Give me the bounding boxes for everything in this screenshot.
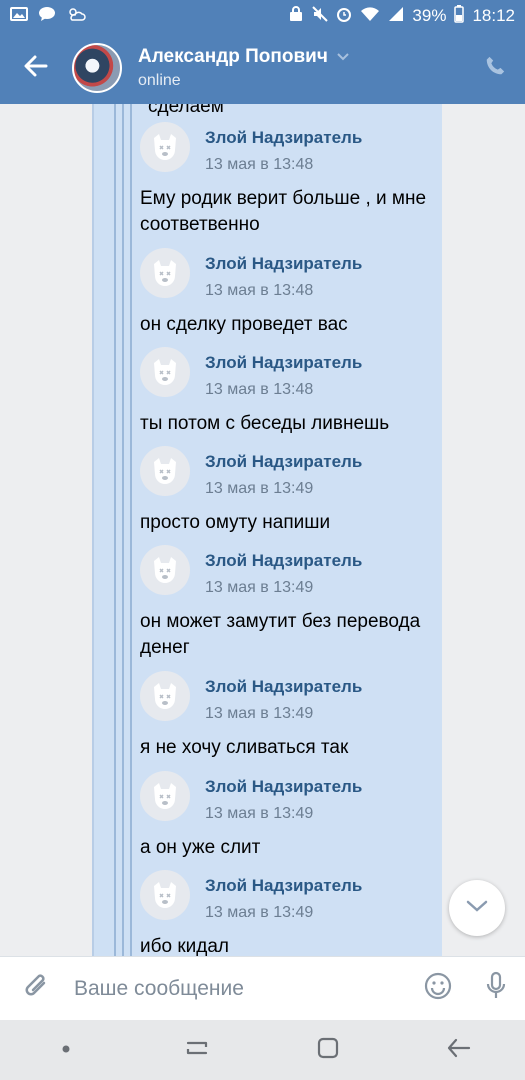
voice-message-button[interactable]: [467, 957, 525, 1021]
clock-time: 18:12: [472, 6, 515, 25]
message-composer: [0, 956, 525, 1020]
system-navigation-bar: [0, 1020, 525, 1080]
contact-status: online: [138, 72, 181, 89]
weather-icon: [66, 6, 86, 27]
dog-avatar-icon[interactable]: [140, 446, 190, 496]
dog-avatar-icon[interactable]: [140, 671, 190, 721]
message-text: ты потом с беседы ливнешь: [140, 413, 390, 434]
message-text: он сделку проведет вас: [140, 314, 348, 335]
recent-apps-icon: [184, 1037, 210, 1064]
forward-lines: [112, 104, 132, 956]
message-text: я не хочу сливаться так: [140, 737, 349, 758]
chat-header: Александр Попович online: [0, 32, 525, 104]
forwarded-message: Злой Надзиратель 13 мая в 13:49 а он уже…: [140, 771, 450, 861]
battery-percent: 39%: [412, 6, 447, 25]
author-name[interactable]: Злой Надзиратель: [205, 248, 362, 274]
dog-avatar-icon[interactable]: [140, 248, 190, 298]
alarm-icon: [336, 6, 352, 27]
message-time: 13 мая в 13:49: [205, 904, 314, 921]
dog-avatar-icon[interactable]: [140, 122, 190, 172]
contact-avatar[interactable]: [72, 43, 122, 93]
emoji-button[interactable]: [409, 957, 467, 1021]
status-bar: 39% 18:12: [0, 0, 525, 32]
back-button[interactable]: [0, 32, 72, 104]
forwarded-message: Злой Надзиратель 13 мая в 13:49 он может…: [140, 545, 450, 661]
message-input[interactable]: [74, 976, 409, 1001]
home-button[interactable]: [298, 1020, 358, 1080]
signal-icon: [388, 6, 404, 27]
nav-dot-button[interactable]: [36, 1020, 96, 1080]
author-name[interactable]: Злой Надзиратель: [205, 545, 362, 571]
scroll-down-button[interactable]: [449, 880, 505, 936]
chat-area[interactable]: сделаем Злой Надзиратель 13 мая в 13:48 …: [0, 104, 525, 956]
dot-icon: [61, 1041, 71, 1059]
chevron-down-icon: [336, 46, 350, 68]
forwarded-message: Злой Надзиратель 13 мая в 13:48 Ему роди…: [140, 122, 450, 238]
author-name[interactable]: Злой Надзиратель: [205, 771, 362, 797]
forwarded-message: Злой Надзиратель 13 мая в 13:48 ты потом…: [140, 347, 450, 437]
forwarded-message: Злой Надзиратель 13 мая в 13:49 ибо кида…: [140, 870, 450, 956]
message-text: а он уже слит: [140, 837, 261, 858]
attach-button[interactable]: [0, 957, 74, 1021]
arrow-left-icon: [24, 55, 48, 82]
message-time: 13 мая в 13:49: [205, 579, 314, 596]
message-time: 13 мая в 13:49: [205, 480, 314, 497]
dog-avatar-icon[interactable]: [140, 347, 190, 397]
message-time: 13 мая в 13:48: [205, 156, 314, 173]
paperclip-icon: [24, 971, 50, 1006]
contact-title[interactable]: Александр Попович online: [138, 46, 465, 90]
gallery-icon: [10, 6, 28, 26]
recent-apps-button[interactable]: [167, 1020, 227, 1080]
message-text: ибо кидал: [140, 936, 230, 956]
alarm-lock-icon: [288, 5, 304, 27]
back-arrow-icon: [446, 1037, 472, 1064]
phone-icon: [484, 55, 506, 82]
smiley-icon: [424, 972, 452, 1005]
chevron-down-icon: [466, 899, 488, 918]
message-text: Ему родик верит больше , и мне соответве…: [140, 188, 427, 235]
message-text: просто омуту напиши: [140, 512, 331, 533]
forwarded-message: Злой Надзиратель 13 мая в 13:49 я не хоч…: [140, 671, 450, 761]
author-name[interactable]: Злой Надзиратель: [205, 446, 362, 472]
contact-name: Александр Попович: [138, 46, 328, 67]
author-name[interactable]: Злой Надзиратель: [205, 671, 362, 697]
mute-icon: [312, 5, 329, 27]
author-name[interactable]: Злой Надзиратель: [205, 347, 362, 373]
message-text: сделаем: [148, 104, 224, 117]
author-name[interactable]: Злой Надзиратель: [205, 870, 362, 896]
message-time: 13 мая в 13:48: [205, 381, 314, 398]
battery-icon: [454, 4, 465, 28]
dog-avatar-icon[interactable]: [140, 870, 190, 920]
wifi-icon: [360, 6, 380, 27]
forwarded-message: Злой Надзиратель 13 мая в 13:49 просто о…: [140, 446, 450, 536]
call-button[interactable]: [465, 32, 525, 104]
author-name[interactable]: Злой Надзиратель: [205, 122, 362, 148]
message-text: он может замутит без перевода денег: [140, 611, 421, 658]
home-icon: [316, 1036, 340, 1065]
forwarded-message: Злой Надзиратель 13 мая в 13:48 он сделк…: [140, 248, 450, 338]
dog-avatar-icon[interactable]: [140, 545, 190, 595]
back-nav-button[interactable]: [429, 1020, 489, 1080]
message-time: 13 мая в 13:48: [205, 282, 314, 299]
dog-avatar-icon[interactable]: [140, 771, 190, 821]
chat-bubble-icon: [38, 6, 56, 27]
message-time: 13 мая в 13:49: [205, 805, 314, 822]
message-time: 13 мая в 13:49: [205, 705, 314, 722]
microphone-icon: [485, 971, 507, 1006]
